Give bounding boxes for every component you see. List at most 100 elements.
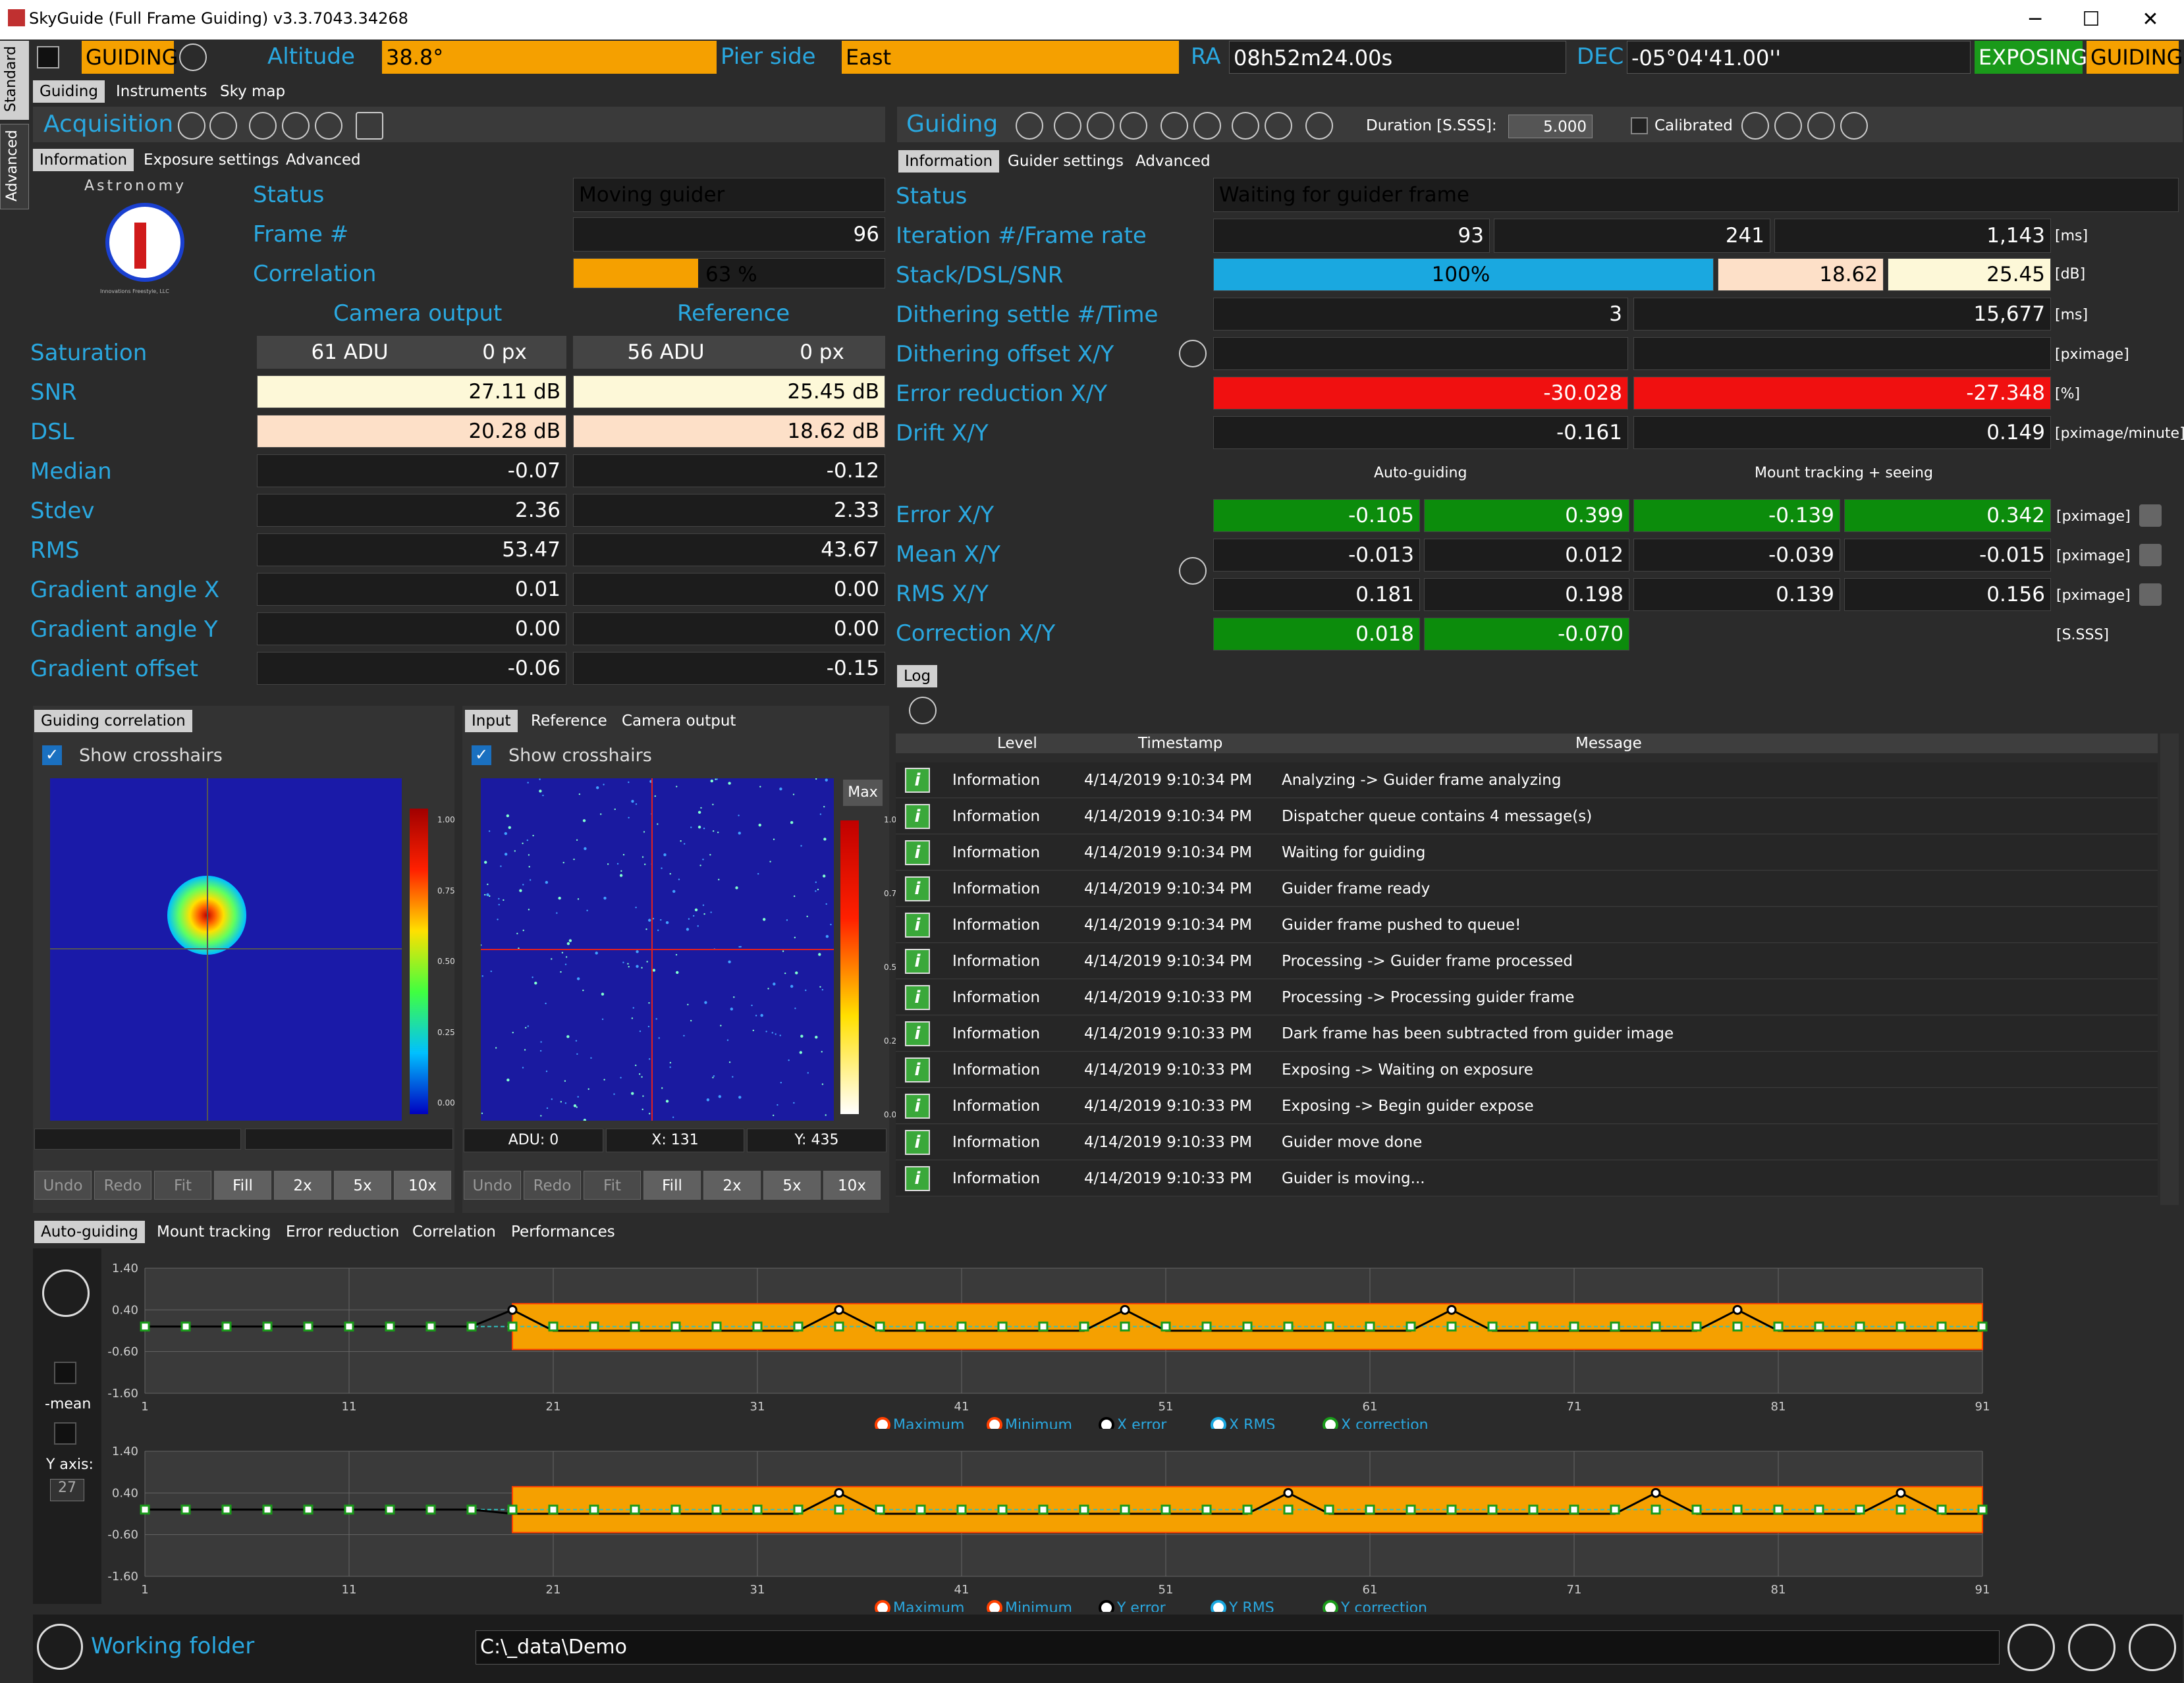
folder-pin-icon[interactable]	[37, 1624, 83, 1670]
home-icon[interactable]	[2129, 1624, 2176, 1671]
working-folder-input[interactable]: C:\_data\Demo	[476, 1630, 2000, 1665]
pause-icon-2[interactable]	[1087, 112, 1114, 140]
drift-x: -0.161	[1213, 416, 1628, 449]
zoom-button-5x[interactable]: 5x	[763, 1171, 821, 1200]
acq-tab-advanced[interactable]: Advanced	[279, 149, 368, 171]
arrow-right-icon[interactable]	[1774, 112, 1802, 140]
max-button[interactable]: Max	[843, 780, 883, 806]
mean-checkbox[interactable]	[54, 1362, 76, 1384]
crosshair-h-left	[50, 948, 402, 949]
stop-icon-2[interactable]	[1120, 112, 1147, 140]
star-mark	[622, 961, 624, 963]
rms-dropdown-icon[interactable]	[2139, 583, 2162, 606]
y-axis-label: Y axis:	[46, 1456, 94, 1473]
zoom-button-undo[interactable]: Undo	[34, 1171, 92, 1200]
calibrated-checkbox[interactable]	[1631, 117, 1648, 134]
duration-input[interactable]: 5.000	[1508, 115, 1593, 138]
zoom-button-fit[interactable]: Fit	[584, 1171, 641, 1200]
tab-sky-map[interactable]: Sky map	[213, 80, 292, 103]
save-icon[interactable]	[2068, 1624, 2116, 1671]
close-icon[interactable]: ✕	[2131, 4, 2170, 36]
checkbox-connect[interactable]	[37, 46, 59, 68]
dithering-settle-label: Dithering settle #/Time	[896, 302, 1159, 328]
reset-stats-icon[interactable]	[1179, 557, 1207, 585]
calculator-icon[interactable]	[356, 112, 383, 140]
stop-icon[interactable]	[315, 112, 342, 140]
zoom-button-fill[interactable]: Fill	[214, 1171, 271, 1200]
y-axis-checkbox[interactable]	[54, 1422, 76, 1445]
guide-tab-advanced[interactable]: Advanced	[1129, 150, 1217, 173]
zoom-button-10x[interactable]: 10x	[823, 1171, 881, 1200]
minimize-icon[interactable]: ─	[2015, 4, 2055, 36]
colorbar-tick: 0.50	[437, 957, 455, 966]
zoom-button-redo[interactable]: Redo	[94, 1171, 151, 1200]
tab-input[interactable]: Input	[465, 710, 518, 732]
acq-reference-value: 25.45 dB	[573, 375, 885, 408]
crosshairs-checkbox-left[interactable]: ✓	[42, 745, 62, 765]
guide-tab-information[interactable]: Information	[898, 150, 1000, 173]
correction-marker	[1651, 1505, 1661, 1515]
acq-tab-information[interactable]: Information	[33, 149, 134, 171]
chart-tab[interactable]: Auto-guiding	[34, 1221, 145, 1243]
log-scrollbar[interactable]	[2160, 734, 2179, 1205]
tab-instruments[interactable]: Instruments	[109, 80, 214, 103]
clear-log-icon[interactable]	[909, 697, 937, 724]
zoom-button-undo[interactable]: Undo	[464, 1171, 521, 1200]
zoom-button-2x[interactable]: 2x	[274, 1171, 331, 1200]
target-icon[interactable]	[1232, 112, 1259, 140]
pause-icon[interactable]	[282, 112, 310, 140]
guiding-toggle-icon[interactable]	[179, 43, 207, 71]
arrow-left-icon[interactable]	[1741, 112, 1769, 140]
log-message: Guider frame ready	[1282, 880, 1431, 897]
star-mark	[508, 826, 511, 830]
play-icon-2[interactable]	[1054, 112, 1081, 140]
tab-camera-output[interactable]: Camera output	[615, 710, 742, 732]
chart-tab[interactable]: Mount tracking	[150, 1221, 278, 1243]
acq-tab-exposure-settings[interactable]: Exposure settings	[137, 149, 286, 171]
y-axis-value[interactable]: 27	[50, 1479, 84, 1501]
play-icon[interactable]	[249, 112, 277, 140]
zoom-button-redo[interactable]: Redo	[524, 1171, 581, 1200]
zoom-button-5x[interactable]: 5x	[334, 1171, 391, 1200]
chart-tab[interactable]: Correlation	[406, 1221, 503, 1243]
add-folder-icon[interactable]	[2007, 1624, 2055, 1671]
x-tick-label: 41	[954, 1400, 969, 1414]
maximize-icon[interactable]: ☐	[2071, 4, 2111, 36]
zoom-button-2x[interactable]: 2x	[703, 1171, 761, 1200]
no-camera-icon[interactable]	[209, 112, 237, 140]
zoom-button-10x[interactable]: 10x	[394, 1171, 451, 1200]
dither-calc-icon[interactable]	[1179, 340, 1207, 367]
no-pin-icon[interactable]	[1193, 112, 1221, 140]
star-mark	[683, 1034, 685, 1037]
error-dropdown-icon[interactable]	[2139, 504, 2162, 527]
wand-icon-2[interactable]	[1016, 112, 1043, 140]
pin-icon[interactable]	[1160, 112, 1188, 140]
rms-xy-label: RMS X/Y	[896, 581, 989, 607]
tab-guiding[interactable]: Guiding	[33, 80, 105, 103]
frame-rate-value: 1,143	[1774, 219, 2051, 253]
star-mark	[790, 984, 794, 988]
tab-reference[interactable]: Reference	[524, 710, 614, 732]
zoom-button-fill[interactable]: Fill	[643, 1171, 701, 1200]
mean-dropdown-icon[interactable]	[2139, 544, 2162, 566]
star-mark	[784, 972, 786, 975]
trash-icon[interactable]	[42, 1269, 90, 1317]
tab-log[interactable]: Log	[897, 665, 938, 687]
x-tick-label: 61	[1363, 1583, 1378, 1597]
guide-tab-guider-settings[interactable]: Guider settings	[1001, 150, 1130, 173]
arrow-down-icon[interactable]	[1840, 112, 1868, 140]
colorbar-tick: 0.00	[437, 1098, 455, 1108]
star-mark	[779, 788, 782, 791]
star-mark	[577, 898, 580, 900]
no-target-icon[interactable]	[1265, 112, 1292, 140]
tab-guiding-correlation[interactable]: Guiding correlation	[34, 710, 192, 732]
dither-icon[interactable]	[1305, 112, 1333, 140]
chart-tab[interactable]: Error reduction	[279, 1221, 406, 1243]
crosshairs-checkbox-right[interactable]: ✓	[472, 745, 491, 765]
wand-icon[interactable]	[178, 112, 205, 140]
zoom-button-fit[interactable]: Fit	[154, 1171, 211, 1200]
info-icon: i	[905, 1021, 930, 1046]
log-row: i Information 4/14/2019 9:10:33 PM Guider m…	[896, 1125, 2158, 1160]
arrow-up-icon[interactable]	[1807, 112, 1835, 140]
chart-tab[interactable]: Performances	[505, 1221, 622, 1243]
